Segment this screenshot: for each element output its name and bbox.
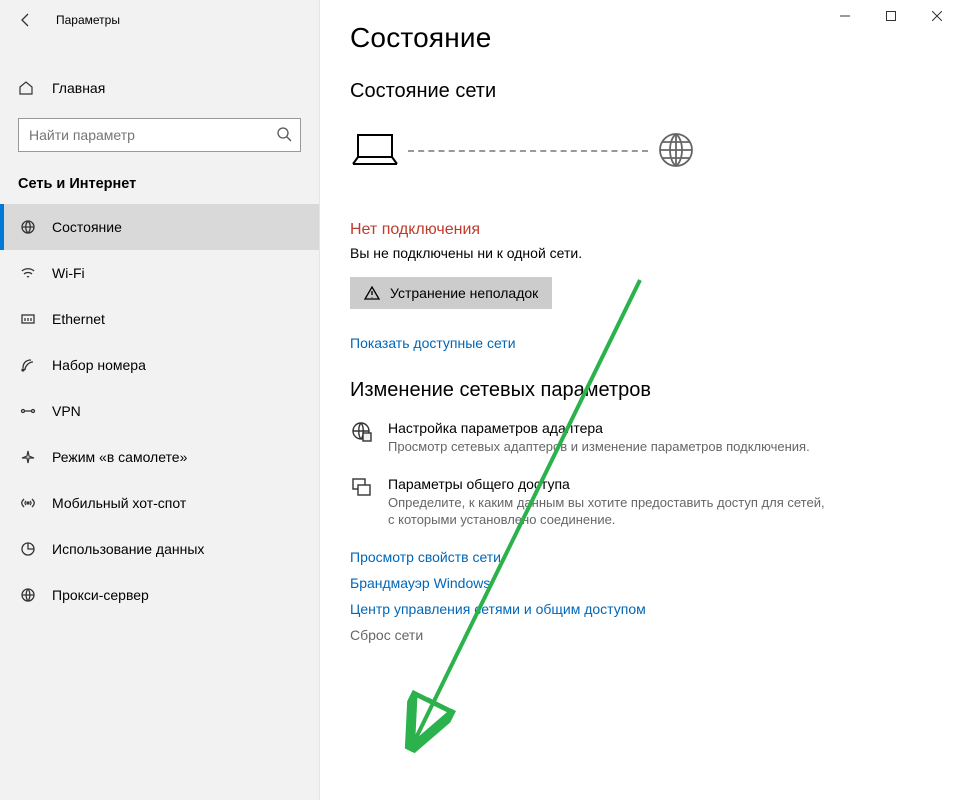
dialup-icon xyxy=(18,357,38,373)
sidebar-item-label: Мобильный хот-спот xyxy=(52,495,186,511)
window-title: Параметры xyxy=(56,13,120,27)
no-connection-subtitle: Вы не подключены ни к одной сети. xyxy=(350,245,930,261)
minimize-icon xyxy=(840,11,850,21)
laptop-icon xyxy=(350,130,400,173)
sidebar-item-hotspot[interactable]: Мобильный хот-спот xyxy=(0,480,319,526)
main-content: Состояние Состояние сети Нет подключения… xyxy=(320,0,960,800)
sharing-settings-row[interactable]: Параметры общего доступа Определите, к к… xyxy=(350,476,930,529)
window-controls xyxy=(822,0,960,32)
adapter-desc: Просмотр сетевых адаптеров и изменение п… xyxy=(388,438,828,456)
sidebar-item-wifi[interactable]: Wi-Fi xyxy=(0,250,319,296)
sidebar-item-vpn[interactable]: VPN xyxy=(0,388,319,434)
sharing-icon xyxy=(350,476,378,529)
adapter-icon xyxy=(350,420,378,456)
network-properties-link[interactable]: Просмотр свойств сети xyxy=(350,549,930,565)
troubleshoot-button[interactable]: Устранение неполадок xyxy=(350,277,552,309)
connection-line xyxy=(408,150,648,152)
home-label: Главная xyxy=(52,80,105,96)
sidebar-item-label: Режим «в самолете» xyxy=(52,449,187,465)
sidebar-item-label: Прокси-сервер xyxy=(52,587,149,603)
hotspot-icon xyxy=(18,495,38,511)
data-usage-icon xyxy=(18,541,38,557)
arrow-left-icon xyxy=(18,12,34,28)
network-reset-link[interactable]: Сброс сети xyxy=(350,627,930,643)
title-bar: Параметры xyxy=(0,0,319,40)
search-icon xyxy=(276,126,292,145)
troubleshoot-label: Устранение неполадок xyxy=(390,285,538,301)
warning-icon xyxy=(364,285,380,301)
close-icon xyxy=(932,11,942,21)
show-networks-link[interactable]: Показать доступные сети xyxy=(350,335,930,351)
minimize-button[interactable] xyxy=(822,0,868,32)
sidebar-item-airplane[interactable]: Режим «в самолете» xyxy=(0,434,319,480)
globe-icon xyxy=(656,130,696,173)
network-diagram xyxy=(350,121,930,181)
sidebar: Параметры Главная Сеть и Интернет Состоя… xyxy=(0,0,320,800)
no-connection-title: Нет подключения xyxy=(350,221,930,239)
wifi-icon xyxy=(18,265,38,281)
sidebar-item-ethernet[interactable]: Ethernet xyxy=(0,296,319,342)
adapter-settings-row[interactable]: Настройка параметров адаптера Просмотр с… xyxy=(350,420,930,456)
sidebar-item-label: Состояние xyxy=(52,219,122,235)
firewall-link[interactable]: Брандмауэр Windows xyxy=(350,575,930,591)
sidebar-item-label: Использование данных xyxy=(52,541,204,557)
vpn-icon xyxy=(18,403,38,419)
home-nav[interactable]: Главная xyxy=(0,68,319,108)
search-box[interactable] xyxy=(18,118,301,152)
sidebar-nav: Состояние Wi-Fi Ethernet Набор номера xyxy=(0,204,319,618)
change-settings-heading: Изменение сетевых параметров xyxy=(350,379,930,402)
sidebar-item-dialup[interactable]: Набор номера xyxy=(0,342,319,388)
ethernet-icon xyxy=(18,311,38,327)
home-icon xyxy=(18,80,38,96)
sidebar-item-datausage[interactable]: Использование данных xyxy=(0,526,319,572)
airplane-icon xyxy=(18,449,38,465)
sharing-desc: Определите, к каким данным вы хотите пре… xyxy=(388,494,828,529)
sidebar-item-status[interactable]: Состояние xyxy=(0,204,319,250)
sidebar-item-label: Wi-Fi xyxy=(52,265,85,281)
sidebar-item-proxy[interactable]: Прокси-сервер xyxy=(0,572,319,618)
maximize-button[interactable] xyxy=(868,0,914,32)
sidebar-item-label: VPN xyxy=(52,403,81,419)
status-heading: Состояние сети xyxy=(350,80,930,103)
sidebar-item-label: Набор номера xyxy=(52,357,146,373)
sidebar-item-label: Ethernet xyxy=(52,311,105,327)
sharing-title: Параметры общего доступа xyxy=(388,476,930,492)
proxy-icon xyxy=(18,587,38,603)
sidebar-section-title: Сеть и Интернет xyxy=(0,152,319,204)
back-button[interactable] xyxy=(8,2,44,38)
search-input[interactable] xyxy=(27,126,276,144)
sharing-center-link[interactable]: Центр управления сетями и общим доступом xyxy=(350,601,930,617)
close-button[interactable] xyxy=(914,0,960,32)
status-icon xyxy=(18,219,38,235)
adapter-title: Настройка параметров адаптера xyxy=(388,420,930,436)
maximize-icon xyxy=(886,11,896,21)
